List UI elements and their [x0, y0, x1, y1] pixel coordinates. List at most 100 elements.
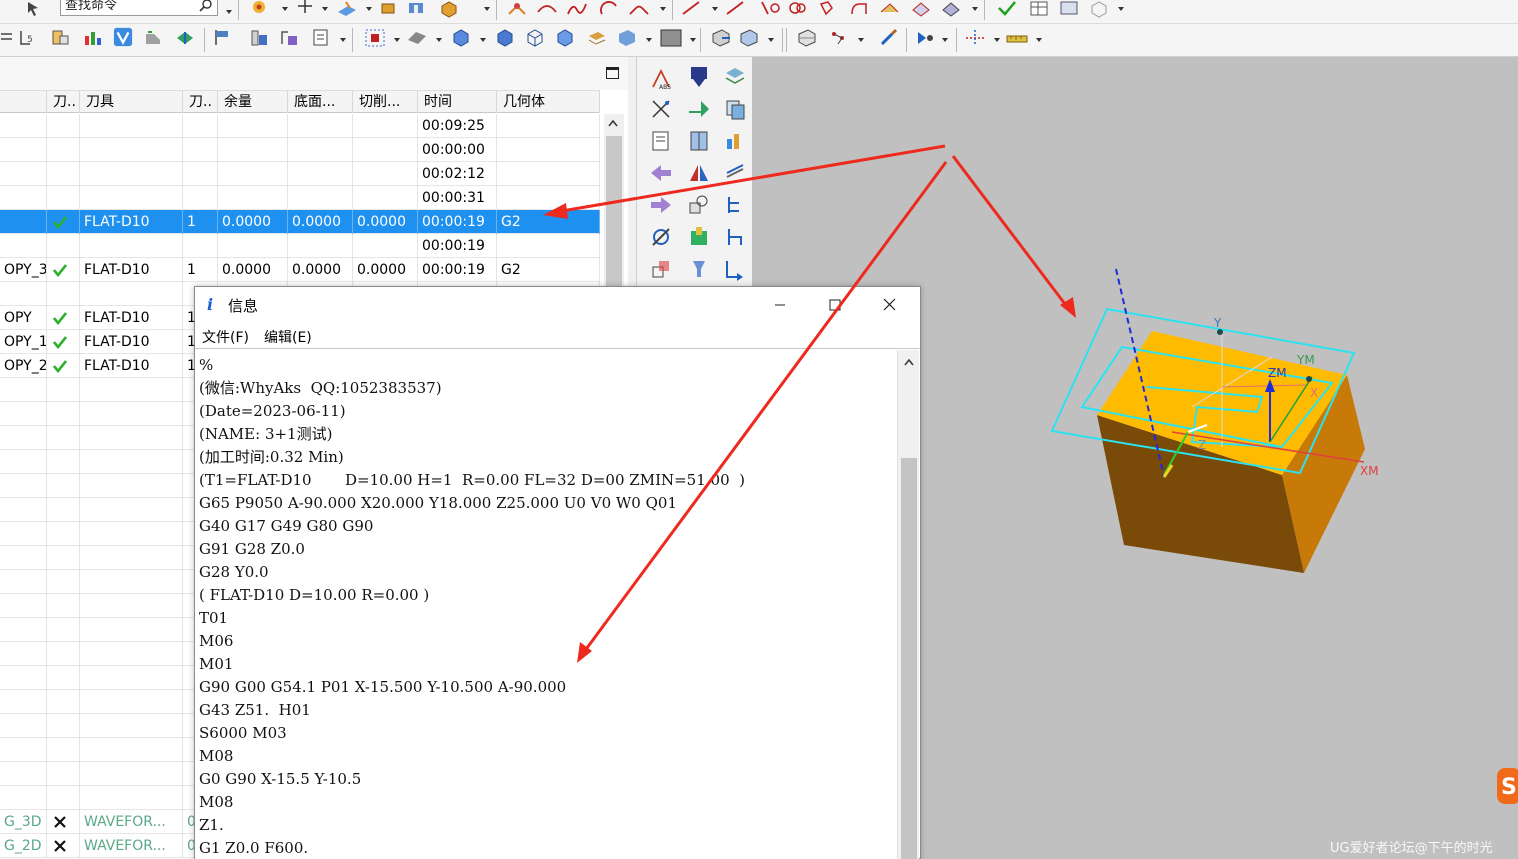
column-header-name[interactable] — [0, 91, 47, 113]
operation-row[interactable]: OPY_3 FLAT-D10 1 0.0000 0.0000 0.0000 00:00:19… — [0, 258, 600, 282]
scale-icon[interactable] — [649, 257, 673, 281]
ruler-icon[interactable] — [1006, 28, 1028, 48]
sketch-icon[interactable] — [786, 0, 808, 20]
copy-icon[interactable] — [723, 97, 747, 121]
abs-coordinate-icon[interactable]: ABS — [649, 67, 673, 91]
shaded-cube-icon[interactable] — [450, 28, 472, 48]
column-header-tool-number[interactable]: 刀.. — [183, 91, 218, 113]
column-header-tool[interactable]: 刀具 — [80, 91, 183, 113]
stack-icon[interactable] — [723, 65, 747, 89]
dropdown-caret-icon[interactable] — [1118, 7, 1124, 11]
analysis-icon[interactable] — [796, 28, 818, 48]
maximize-button[interactable] — [820, 295, 850, 315]
section-view-icon[interactable] — [616, 28, 638, 48]
point-set-icon[interactable] — [828, 28, 850, 48]
dropdown-caret-icon[interactable] — [646, 38, 652, 42]
dropdown-caret-icon[interactable] — [480, 38, 486, 42]
block-icon[interactable] — [438, 0, 460, 20]
nc-code-text-area[interactable]: % (微信:WhyAks QQ:1052383537) (Date=2023-06-… — [195, 350, 897, 859]
brush-icon[interactable] — [878, 28, 900, 48]
operation-row[interactable]: 00:09:25 — [0, 114, 600, 138]
command-search-input[interactable]: 查找命令 — [60, 0, 218, 16]
dropdown-caret-icon[interactable] — [690, 38, 696, 42]
operation-row[interactable]: 00:00:31 — [0, 186, 600, 210]
dropdown-caret-icon[interactable] — [942, 38, 948, 42]
scroll-up-icon[interactable] — [904, 358, 914, 366]
post-process-icon[interactable] — [310, 28, 332, 48]
section-curve-icon[interactable] — [940, 0, 962, 20]
iso-cube-icon[interactable] — [554, 28, 576, 48]
dropdown-caret-icon[interactable] — [366, 7, 372, 11]
column-header-cut-depth[interactable]: 切削... — [353, 91, 418, 113]
program-order-icon[interactable]: 5 — [18, 28, 40, 48]
line-tool-icon[interactable] — [724, 0, 746, 20]
operation-row[interactable]: 00:00:19 — [0, 234, 600, 258]
selection-icon[interactable] — [24, 0, 46, 20]
wcs-icon[interactable] — [506, 0, 528, 20]
create-point-icon[interactable] — [294, 0, 316, 20]
menu-file[interactable]: 文件(F) — [202, 327, 249, 347]
move-right-icon[interactable] — [723, 257, 747, 281]
layer-stack-icon[interactable] — [723, 161, 747, 185]
pin-icon[interactable] — [687, 257, 711, 281]
fit-view-icon[interactable] — [364, 28, 386, 48]
arrow-left-icon[interactable] — [649, 161, 673, 185]
dropdown-caret-icon[interactable] — [1036, 38, 1042, 42]
dropdown-caret-icon[interactable] — [436, 38, 442, 42]
column-header-floor-stock[interactable]: 底面... — [288, 91, 353, 113]
hole-icon[interactable] — [406, 0, 428, 20]
dropdown-caret-icon[interactable] — [972, 7, 978, 11]
close-button[interactable] — [875, 293, 905, 315]
datum-plane-icon[interactable] — [336, 0, 358, 20]
mirror-icon[interactable] — [687, 161, 711, 185]
tree-icon[interactable] — [723, 193, 747, 217]
view-cube-icon[interactable] — [1088, 0, 1110, 20]
arrow-right-icon[interactable] — [649, 193, 673, 217]
column-header-time[interactable]: 时间 — [418, 91, 497, 113]
snap-point-icon[interactable] — [914, 28, 936, 48]
front-view-cube-icon[interactable] — [494, 28, 516, 48]
scroll-up-icon[interactable] — [608, 119, 618, 127]
list-edit-icon[interactable] — [649, 129, 673, 153]
scrollbar-thumb[interactable] — [901, 458, 917, 859]
dropdown-caret-icon[interactable] — [768, 38, 774, 42]
cam-setup-icon[interactable] — [248, 0, 270, 20]
edit-object-display-icon[interactable] — [738, 28, 760, 48]
operation-row[interactable]: 00:00:00 — [0, 138, 600, 162]
search-icon[interactable] — [198, 0, 214, 14]
project-curve-icon[interactable] — [818, 0, 840, 20]
box-color-icon[interactable] — [687, 225, 711, 249]
show-hide-icon[interactable] — [710, 28, 732, 48]
background-color-icon[interactable] — [660, 28, 682, 48]
spreadsheet-icon[interactable] — [1028, 0, 1050, 20]
extrude-icon[interactable] — [378, 0, 400, 20]
offset-curve-icon[interactable] — [760, 0, 782, 20]
dialog-titlebar[interactable]: i 信息 — [195, 287, 920, 323]
create-tool-icon[interactable] — [142, 28, 164, 48]
menu-edit[interactable]: 编辑(E) — [264, 327, 312, 347]
book-icon[interactable] — [687, 129, 711, 153]
column-header-geometry[interactable]: 几何体 — [497, 91, 600, 113]
line-icon[interactable] — [680, 0, 702, 20]
rotate-icon[interactable] — [649, 225, 673, 249]
dropdown-caret-icon[interactable] — [322, 7, 328, 11]
geometry-view-icon[interactable] — [82, 28, 104, 48]
dropdown-caret-icon[interactable] — [282, 7, 288, 11]
chart-icon[interactable] — [723, 129, 747, 153]
check-geometry-icon[interactable] — [996, 0, 1018, 20]
maximize-icon[interactable] — [606, 67, 619, 79]
dropdown-caret-icon[interactable] — [484, 7, 490, 11]
dropdown-caret-icon[interactable] — [712, 7, 718, 11]
machine-tool-view-icon[interactable] — [50, 28, 72, 48]
arc-icon[interactable] — [598, 0, 620, 20]
create-geometry-icon[interactable] — [174, 28, 196, 48]
wireframe-cube-icon[interactable] — [524, 28, 546, 48]
feature-icon[interactable] — [687, 193, 711, 217]
dropdown-caret-icon[interactable] — [340, 38, 346, 42]
dropdown-caret-icon[interactable] — [394, 38, 400, 42]
dropdown-caret-icon[interactable] — [226, 10, 232, 14]
measure-icon[interactable] — [1058, 0, 1080, 20]
operation-row[interactable]: 00:02:12 — [0, 162, 600, 186]
intersect-curve-icon[interactable] — [910, 0, 932, 20]
transform-icon[interactable] — [649, 97, 673, 121]
